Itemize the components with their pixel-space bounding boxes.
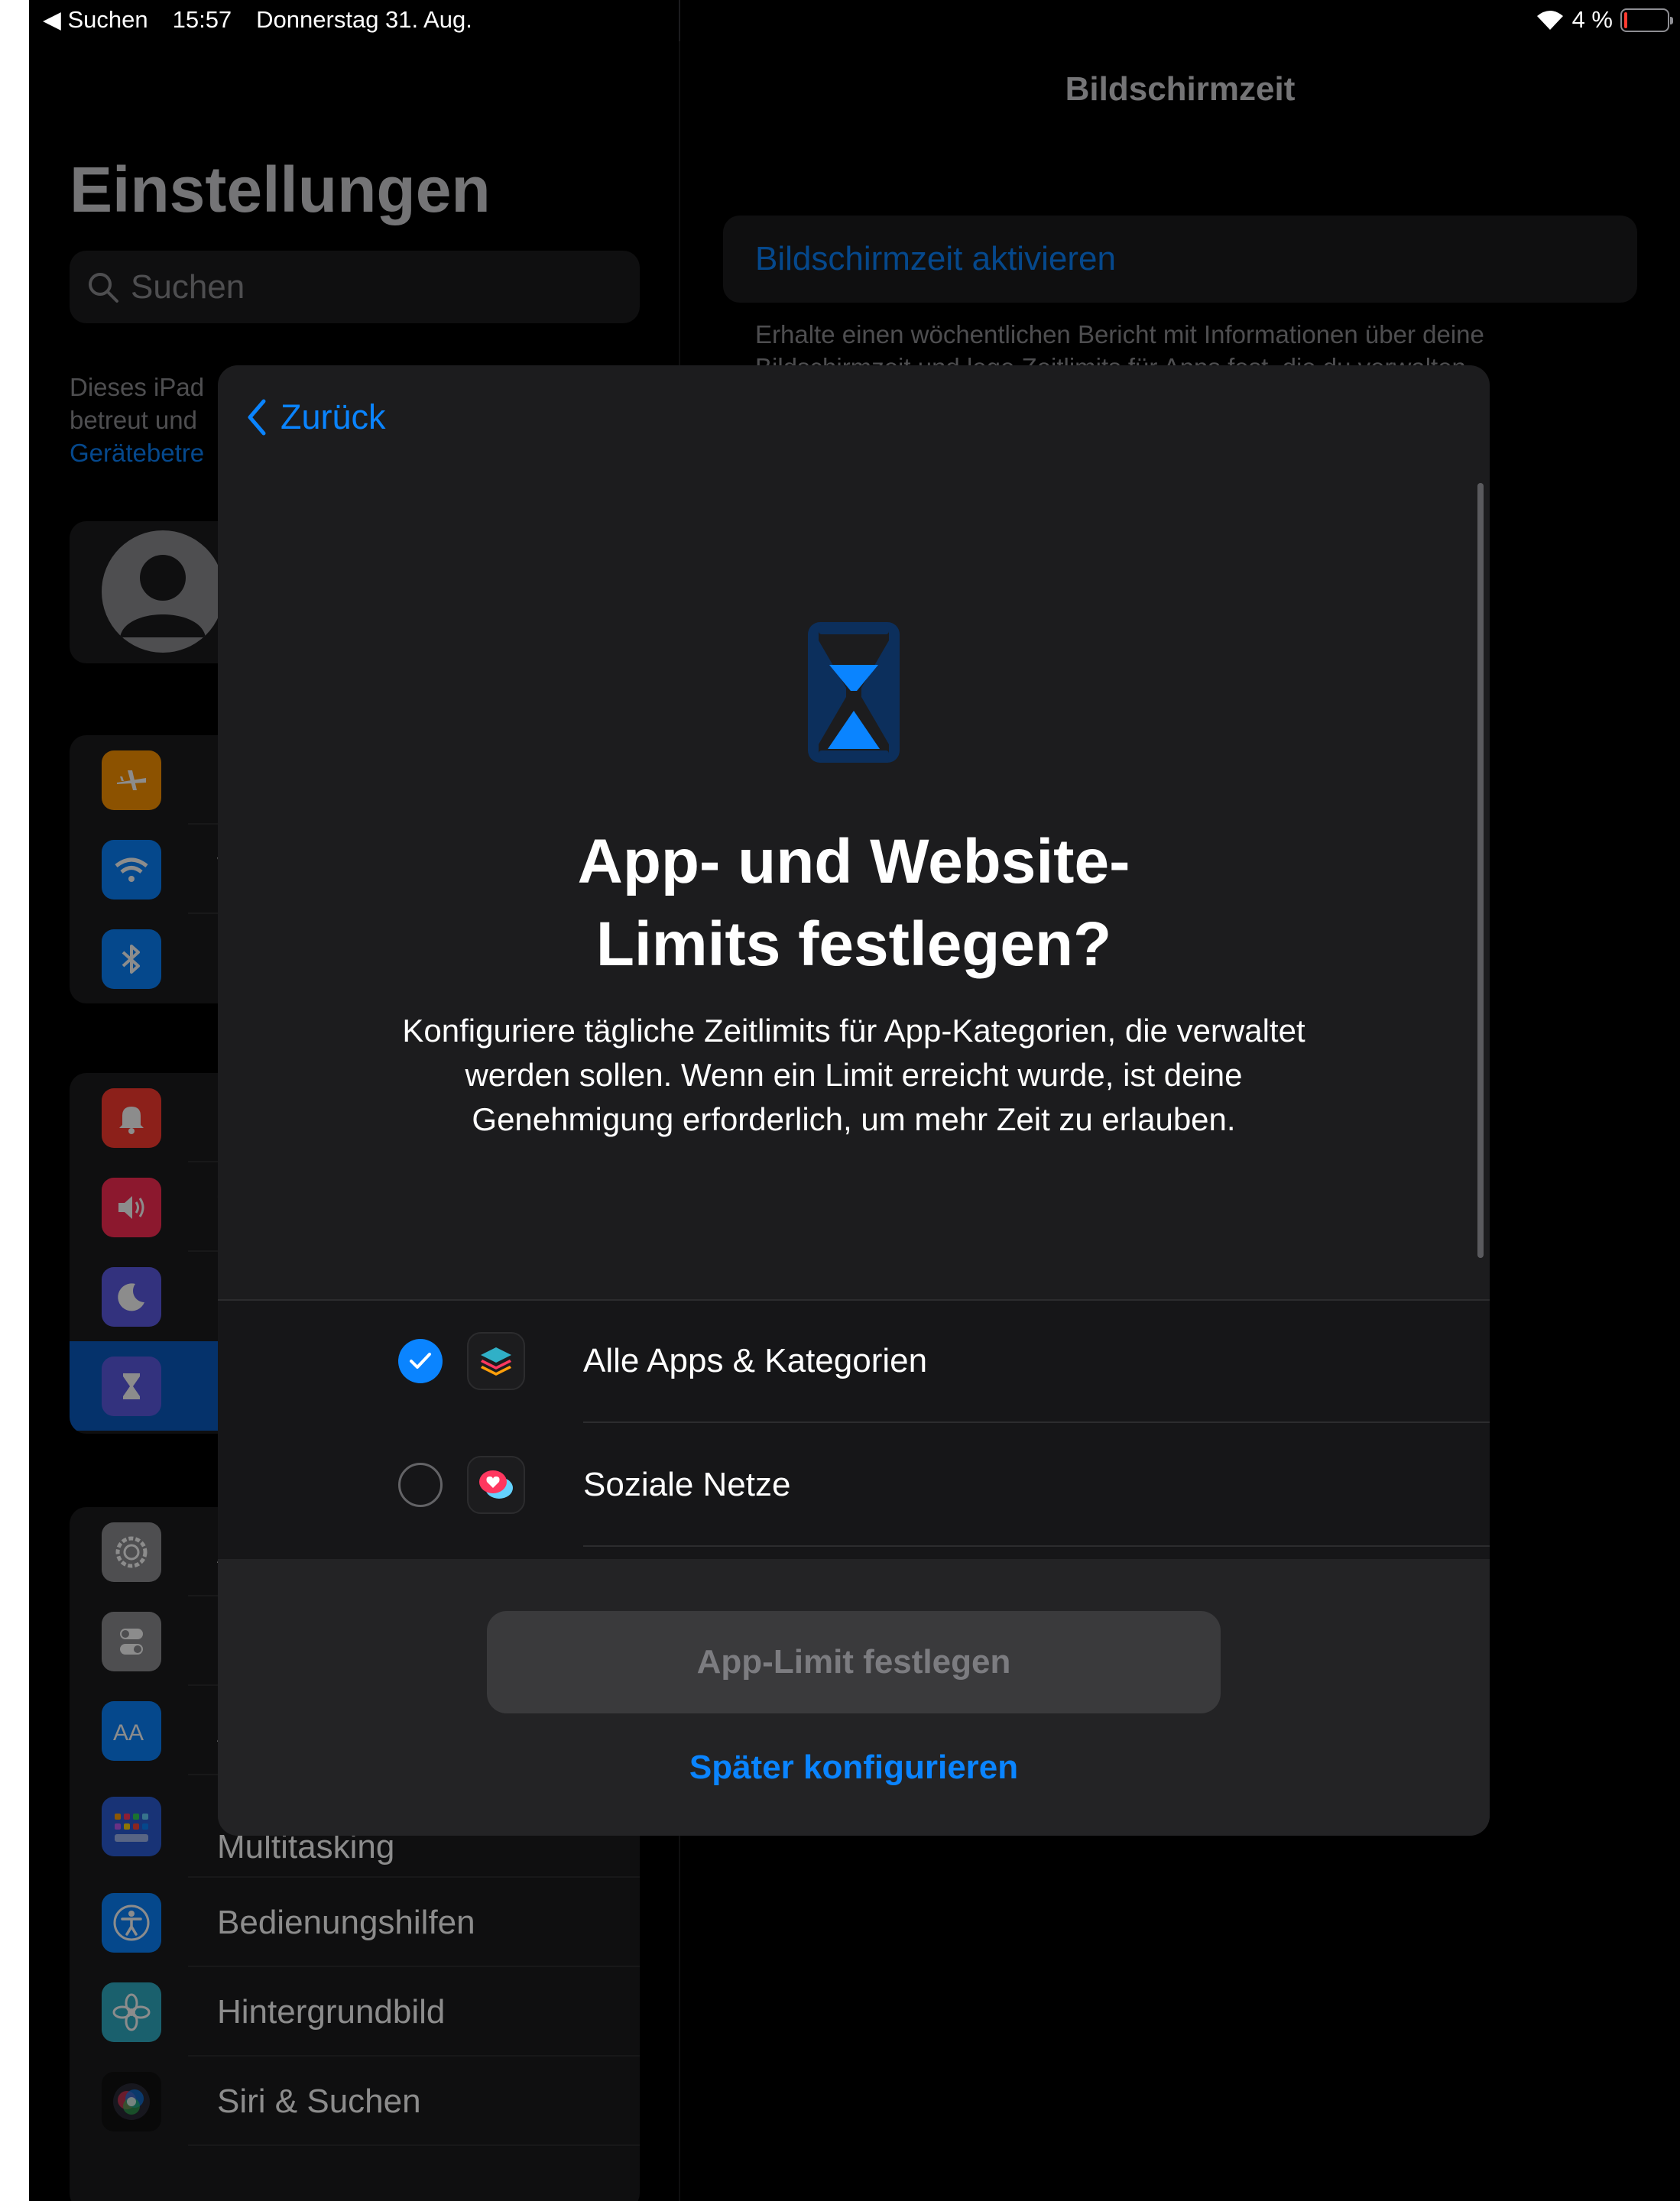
option-label: Alle Apps & Kategorien <box>583 1342 928 1379</box>
app-limits-sheet: Zurück App- und Website- Limits festlege… <box>218 365 1490 1836</box>
option-label: Soziale Netze <box>583 1466 791 1503</box>
status-bar: ◀ Suchen 15:57 Donnerstag 31. Aug. 4 % <box>29 0 1680 41</box>
ipad-screen: Einstellungen Suchen Dieses iPad betreut… <box>29 0 1680 2201</box>
checkmark-icon[interactable] <box>398 1339 443 1383</box>
status-date: Donnerstag 31. Aug. <box>256 6 472 33</box>
chevron-left-icon <box>248 399 266 436</box>
set-app-limit-label: App-Limit festlegen <box>696 1643 1011 1681</box>
option-all-apps[interactable]: Alle Apps & Kategorien <box>218 1299 1490 1423</box>
chat-heart-icon <box>467 1456 525 1514</box>
layers-icon <box>467 1332 525 1390</box>
battery-percent: 4 % <box>1571 6 1613 33</box>
hourglass-icon <box>808 622 900 763</box>
wifi-icon <box>1536 11 1563 30</box>
back-to-app-link[interactable]: ◀ Suchen <box>43 6 148 34</box>
back-label: Zurück <box>281 397 386 436</box>
battery-icon <box>1620 8 1673 32</box>
status-time: 15:57 <box>172 6 232 33</box>
set-app-limit-button[interactable]: App-Limit festlegen <box>487 1611 1221 1713</box>
back-button[interactable]: Zurück <box>245 397 386 437</box>
configure-later-button[interactable]: Später konfigurieren <box>218 1749 1490 1787</box>
option-social-networks[interactable]: Soziale Netze <box>218 1423 1490 1547</box>
category-list: Alle Apps & Kategorien Soziale Netze <box>218 1299 1490 1559</box>
radio-empty-icon[interactable] <box>398 1463 443 1507</box>
sheet-description: Konfiguriere tägliche Zeitlimits für App… <box>402 1013 1305 1137</box>
headline-line-2: Limits festlegen? <box>595 909 1112 979</box>
sheet-headline: App- und Website- Limits festlegen? <box>218 821 1490 986</box>
headline-line-1: App- und Website- <box>577 827 1130 896</box>
